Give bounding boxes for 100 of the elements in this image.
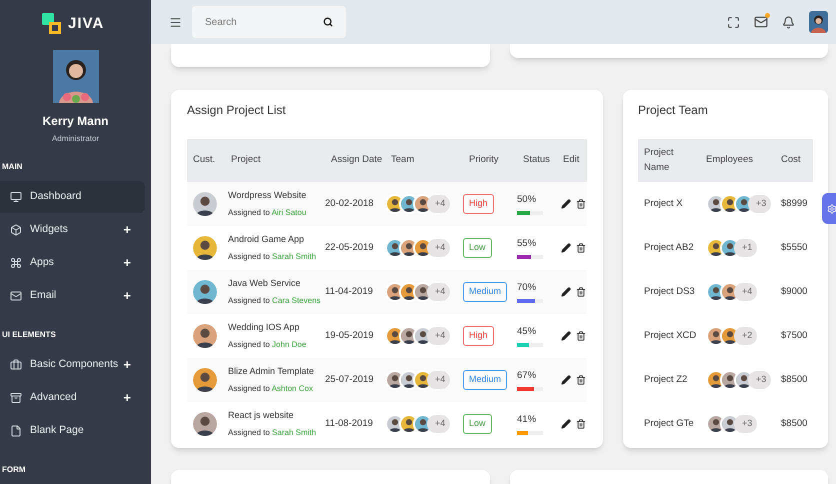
avatar (193, 280, 217, 304)
assignee-line: Assigned to Airi Satou (228, 207, 306, 220)
delete-icon[interactable] (576, 331, 586, 341)
nav-item[interactable]: Basic Components + (0, 349, 145, 381)
expand-toggle[interactable]: + (123, 388, 131, 408)
logo-icon (42, 13, 62, 35)
column-header: Employees (700, 139, 775, 182)
project-name: Project X (644, 196, 683, 211)
more-count: +4 (734, 283, 758, 301)
cost: $8999 (781, 196, 808, 211)
settings-tab[interactable] (822, 193, 836, 224)
edit-icon[interactable] (561, 331, 571, 341)
profile-name: Kerry Mann (42, 113, 109, 130)
menu-icon[interactable] (169, 16, 182, 28)
more-count: +4 (427, 283, 450, 301)
delete-icon[interactable] (576, 199, 586, 209)
search-icon[interactable] (323, 17, 333, 27)
delete-icon[interactable] (576, 419, 586, 429)
column-header: Status (517, 139, 557, 182)
edit-icon[interactable] (561, 287, 571, 297)
assign-date: 19-05-2019 (325, 328, 374, 343)
cube-icon (10, 224, 22, 236)
expand-toggle[interactable]: + (123, 220, 131, 240)
assign-date: 25-07-2019 (325, 372, 374, 387)
nav-item[interactable]: Dashboard (0, 181, 145, 213)
bell-icon[interactable] (782, 16, 795, 28)
avatar (193, 412, 217, 436)
user-avatar[interactable] (809, 11, 828, 33)
priority-tag: Medium (463, 370, 508, 390)
brand-name: JIVA (68, 14, 104, 34)
edit-icon[interactable] (561, 375, 571, 385)
avatar (193, 192, 217, 216)
project-name: Wedding IOS App (228, 320, 300, 334)
more-count: +4 (427, 371, 450, 389)
project-name: Project Z2 (644, 372, 688, 387)
mail-icon[interactable] (754, 15, 768, 29)
nav-item[interactable]: Advanced + (0, 382, 145, 414)
more-count: +3 (734, 415, 758, 433)
edit-icon[interactable] (561, 419, 571, 429)
file-icon (10, 425, 22, 437)
priority-tag: Low (463, 238, 492, 258)
delete-icon[interactable] (576, 375, 586, 385)
more-count: +3 (748, 371, 772, 389)
project-name: Blize Admin Template (228, 364, 314, 378)
search-field[interactable]: Search (192, 6, 346, 38)
project-name: Project XCD (644, 328, 696, 343)
assign-date: 11-04-2019 (325, 284, 373, 299)
more-count: +4 (427, 239, 450, 257)
profile-photo (52, 50, 98, 103)
column-header: Team (385, 139, 463, 182)
assign-date: 22-05-2019 (325, 240, 374, 255)
column-header: Assign Date (325, 139, 385, 182)
expand-toggle[interactable]: + (123, 253, 131, 273)
settings-icon (827, 204, 836, 214)
cost: $8500 (781, 416, 808, 431)
expand-toggle[interactable]: + (123, 355, 131, 375)
more-count: +4 (427, 415, 450, 433)
nav-item[interactable]: Blank Page (0, 415, 145, 447)
card-title: Assign Project List (187, 102, 287, 119)
section-heading: UI ELEMENTS (1, 329, 57, 341)
delete-icon[interactable] (576, 243, 586, 253)
column-header: Cust. (187, 139, 225, 182)
assign-date: 11-08-2019 (325, 416, 373, 431)
assign-date: 20-02-2018 (325, 196, 374, 211)
project-name: Project DS3 (644, 284, 695, 299)
priority-tag: High (463, 326, 494, 346)
assignee-line: Assigned to Sarah Smith (228, 427, 316, 440)
nav-item[interactable]: Widgets + (0, 214, 145, 246)
priority-tag: High (463, 194, 494, 214)
assignee-line: Assigned to Sarah Smith (228, 251, 316, 264)
fullscreen-icon[interactable] (727, 16, 740, 28)
project-name: Java Web Service (228, 276, 300, 290)
briefcase-icon (10, 359, 22, 371)
status-percent: 50% (517, 193, 536, 208)
project-name: Project AB2 (644, 240, 694, 255)
section-heading: FORM (1, 464, 27, 476)
avatar (193, 236, 217, 260)
cost: $9000 (781, 284, 808, 299)
nav-item[interactable]: Email + (0, 280, 145, 312)
delete-icon[interactable] (576, 287, 586, 297)
assignee-line: Assigned to Ashton Cox (228, 383, 313, 396)
project-name: Android Game App (228, 232, 304, 246)
edit-icon[interactable] (561, 199, 571, 209)
project-name: Project GTe (644, 416, 694, 431)
command-icon (10, 257, 22, 269)
column-header: Cost (775, 139, 813, 182)
section-heading: MAIN (1, 161, 24, 173)
more-count: +3 (748, 195, 772, 213)
assignee-line: Assigned to John Doe (228, 339, 306, 352)
status-percent: 70% (517, 281, 536, 296)
edit-icon[interactable] (561, 243, 571, 253)
status-percent: 55% (517, 237, 536, 252)
project-name: React js website (228, 408, 294, 422)
assignee-line: Assigned to Cara Stevens (228, 295, 321, 308)
cost: $7500 (781, 328, 808, 343)
expand-toggle[interactable]: + (123, 286, 131, 306)
nav-item[interactable]: Apps + (0, 247, 145, 279)
column-header: Project (225, 139, 325, 182)
card-title: Project Team (638, 102, 709, 119)
status-percent: 41% (517, 413, 536, 428)
